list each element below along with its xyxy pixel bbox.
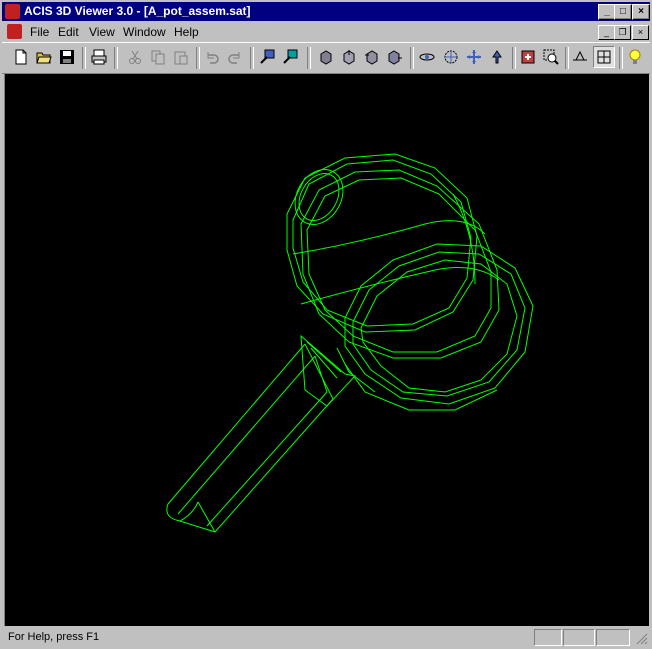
handle-edges — [167, 343, 334, 533]
resize-grip-icon[interactable] — [636, 633, 648, 645]
knob-inner — [298, 173, 340, 221]
toolbar-separator — [619, 47, 623, 69]
toolbar-separator — [114, 47, 118, 69]
status-text: For Help, press F1 — [8, 631, 100, 643]
select-all-icon[interactable] — [279, 46, 301, 68]
toolbar-separator — [250, 47, 254, 69]
sphere-outline-2 — [292, 159, 472, 327]
handle-joint — [300, 334, 356, 407]
print-icon[interactable] — [88, 46, 110, 68]
doc-minimize-button[interactable]: _ — [598, 25, 615, 40]
3d-viewport[interactable] — [4, 73, 649, 626]
maximize-button[interactable]: □ — [614, 4, 632, 20]
menu-window[interactable]: Window — [123, 25, 166, 39]
menu-bar: File Edit View Window Help _ ❐ × — [2, 22, 650, 41]
doc-close-button[interactable]: × — [632, 25, 649, 40]
redo-icon[interactable] — [224, 46, 246, 68]
cut-icon[interactable] — [124, 46, 146, 68]
rotate-icon[interactable] — [440, 46, 462, 68]
wireframe-model — [166, 153, 534, 533]
new-icon[interactable] — [10, 46, 32, 68]
sphere-crossing-arc-1 — [292, 220, 486, 255]
status-pane-1 — [534, 629, 562, 646]
view-side-icon[interactable] — [361, 46, 383, 68]
zoom-fit-icon[interactable] — [517, 46, 539, 68]
knob-outer — [294, 169, 344, 225]
menu-edit[interactable]: Edit — [58, 25, 79, 39]
undo-icon[interactable] — [201, 46, 223, 68]
app-icon[interactable] — [5, 4, 20, 19]
wireframe-icon[interactable] — [593, 46, 615, 68]
sphere-outline-4 — [306, 177, 492, 353]
close-button[interactable]: × — [632, 4, 650, 20]
view-front-icon[interactable] — [315, 46, 337, 68]
toolbar-separator — [196, 47, 200, 69]
perspective-icon[interactable] — [569, 46, 591, 68]
title-bar[interactable]: ACIS 3D Viewer 3.0 - [A_pot_assem.sat] _… — [2, 2, 650, 21]
toolbar-separator — [512, 47, 516, 69]
paste-icon[interactable] — [170, 46, 192, 68]
sphere-crossing-arc-3 — [452, 193, 476, 285]
loop-outline-3 — [360, 259, 518, 393]
menu-help[interactable]: Help — [174, 25, 199, 39]
doc-restore-button[interactable]: ❐ — [614, 25, 631, 40]
light-icon[interactable] — [624, 46, 646, 68]
app-window: ACIS 3D Viewer 3.0 - [A_pot_assem.sat] _… — [0, 0, 652, 649]
loop-base-inner — [336, 347, 376, 393]
status-pane-3 — [596, 629, 630, 646]
loop-outline-1 — [344, 243, 534, 405]
window-title: ACIS 3D Viewer 3.0 - [A_pot_assem.sat] — [24, 4, 251, 18]
view-top-icon[interactable] — [338, 46, 360, 68]
open-icon[interactable] — [33, 46, 55, 68]
walk-icon[interactable] — [486, 46, 508, 68]
menu-view[interactable]: View — [89, 25, 115, 39]
pan-icon[interactable] — [463, 46, 485, 68]
handle-tip — [166, 503, 216, 533]
toolbar-separator — [410, 47, 414, 69]
menu-file[interactable]: File — [30, 25, 49, 39]
loop-outline-2 — [352, 251, 526, 397]
zoom-window-icon[interactable] — [540, 46, 562, 68]
status-pane-2 — [563, 629, 595, 646]
toolbar-separator — [307, 47, 311, 69]
select-icon[interactable] — [256, 46, 278, 68]
sphere-outline-3 — [300, 169, 500, 359]
handle-tip-cap — [179, 501, 216, 533]
toolbar-separator — [82, 47, 86, 69]
view-iso-icon[interactable] — [384, 46, 406, 68]
toolbar — [2, 42, 650, 74]
orbit-icon[interactable] — [416, 46, 438, 68]
document-icon[interactable] — [7, 24, 22, 39]
status-bar: For Help, press F1 — [2, 627, 650, 647]
save-icon[interactable] — [56, 46, 78, 68]
copy-icon[interactable] — [147, 46, 169, 68]
